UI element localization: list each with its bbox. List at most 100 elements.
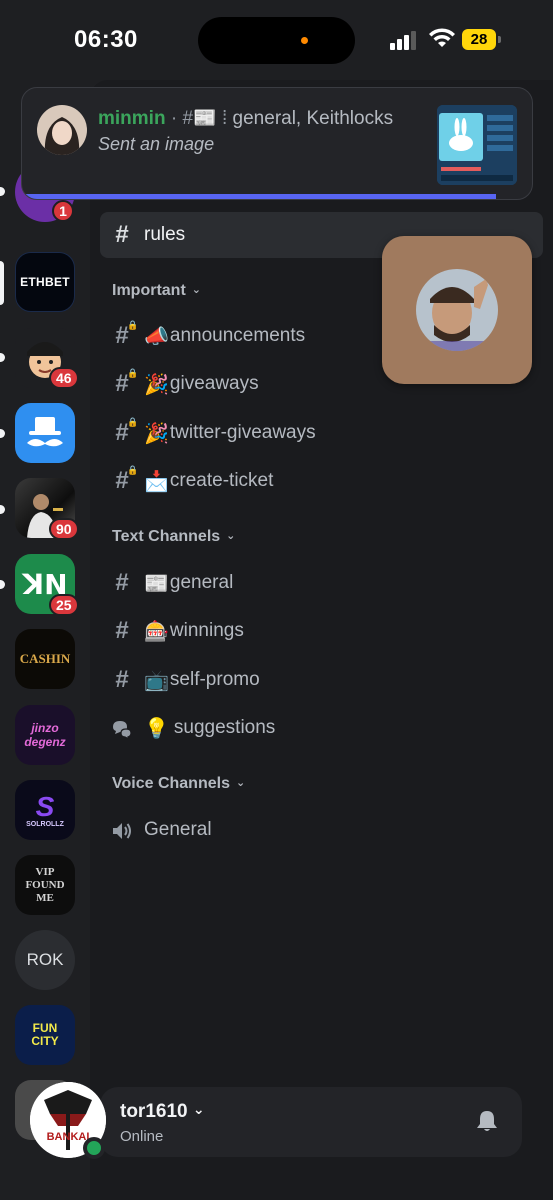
- notification-header: minmin · #📰 ⁞ general, Keithlocks: [98, 106, 393, 130]
- status-time: 06:30: [74, 26, 138, 53]
- mention-badge: 25: [49, 594, 79, 616]
- category-label: Important: [112, 282, 186, 299]
- category-text-channels[interactable]: Text Channels ⌄: [112, 528, 235, 546]
- channel-name: winnings: [169, 620, 244, 641]
- notification-avatar: [37, 105, 87, 155]
- unread-indicator: [0, 580, 5, 589]
- server-label: FUN CITY: [31, 1021, 59, 1048]
- thread-divider-icon: ⁞: [221, 108, 228, 129]
- mention-badge: 46: [49, 367, 79, 389]
- channel-general[interactable]: # 📰 general: [100, 560, 543, 606]
- notification-bell-icon[interactable]: [476, 1109, 498, 1133]
- unread-indicator: [0, 187, 5, 196]
- channel-self-promo[interactable]: # 📺 self-promo: [100, 657, 543, 703]
- server-icon-rok[interactable]: ROK: [15, 930, 75, 990]
- locked-hash-icon: # 🔒: [115, 417, 139, 446]
- channel-emoji: 📣: [144, 325, 169, 348]
- online-status-dot: [83, 1137, 105, 1159]
- category-voice-channels[interactable]: Voice Channels ⌄: [112, 775, 245, 793]
- hash-icon: #: [115, 569, 129, 596]
- speaker-icon: [100, 816, 144, 844]
- battery-indicator: 28: [462, 29, 496, 50]
- server-icon-vip-found-me[interactable]: VIP FOUND ME: [15, 855, 75, 915]
- notification-username: minmin: [98, 108, 166, 129]
- voice-channel-general[interactable]: General: [100, 807, 543, 853]
- channel-hash-icon: #: [182, 108, 194, 129]
- battery-tip: [498, 36, 501, 43]
- avatar-text: BANKAI: [47, 1131, 90, 1143]
- channel-emoji: 🎉: [144, 373, 169, 396]
- server-label: SOLROLLZ: [26, 820, 64, 828]
- channel-suggestions[interactable]: 💡 suggestions: [100, 705, 543, 751]
- category-important[interactable]: Important ⌄: [112, 282, 201, 300]
- server-icon-solrollz[interactable]: S SOLROLLZ: [15, 780, 75, 840]
- server-rail: 1 ETHBET 46 90 ꓘN 25 CASHIN jinzo degenz…: [0, 80, 90, 1200]
- server-icon-fun-city[interactable]: FUN CITY: [15, 1005, 75, 1065]
- channel-name: self-promo: [169, 669, 260, 690]
- unread-indicator: [0, 353, 5, 362]
- chevron-down-icon: ⌄: [191, 284, 201, 296]
- channel-name: general: [169, 572, 234, 593]
- server-icon-jinzo-degenz[interactable]: jinzo degenz: [15, 705, 75, 765]
- mustache-hat-icon: [27, 417, 63, 447]
- channel-name: giveaways: [169, 373, 259, 394]
- category-label: Voice Channels: [112, 775, 230, 792]
- hash-icon: #: [115, 666, 129, 693]
- notification-progress-bar: [22, 194, 497, 199]
- server-label: jinzo degenz: [24, 721, 66, 749]
- channel-emoji: 🎉: [144, 422, 169, 445]
- channel-emoji: 📰: [144, 572, 169, 595]
- user-status-text: Online: [120, 1128, 164, 1145]
- channel-name: create-ticket: [169, 470, 274, 491]
- cellular-signal-icon: [390, 30, 420, 50]
- solrollz-logo-icon: S: [35, 790, 55, 822]
- chevron-down-icon: ⌄: [226, 530, 236, 542]
- channel-name: suggestions: [173, 717, 276, 738]
- server-label: ETHBET: [20, 275, 70, 289]
- channel-emoji: 💡: [144, 717, 169, 740]
- notification-context: general, Keithlocks: [232, 108, 394, 129]
- message-notification[interactable]: minmin · #📰 ⁞ general, Keithlocks Sent a…: [21, 87, 533, 200]
- channel-name: twitter-giveaways: [169, 422, 316, 443]
- chevron-down-icon: ⌄: [235, 777, 246, 789]
- unread-indicator: [0, 505, 5, 514]
- channel-name: rules: [144, 224, 186, 245]
- forum-icon: [100, 714, 144, 742]
- channel-twitter-giveaways[interactable]: # 🔒 🎉 twitter-giveaways: [100, 410, 543, 456]
- chevron-down-icon: ⌄: [192, 1101, 205, 1117]
- notification-message: Sent an image: [98, 134, 215, 154]
- locked-hash-icon: # 🔒: [115, 465, 139, 494]
- server-label: CASHIN: [19, 651, 71, 666]
- recording-dot: [301, 37, 308, 44]
- server-label: ROK: [26, 950, 64, 969]
- category-label: Text Channels: [112, 528, 221, 545]
- locked-hash-icon: # 🔒: [115, 320, 139, 349]
- status-bar: 06:30 28: [0, 0, 553, 80]
- channel-emoji: 📩: [144, 470, 169, 493]
- selected-server-indicator: [0, 261, 4, 305]
- wifi-icon: [429, 28, 455, 47]
- channel-emoji: 🎰: [144, 620, 169, 643]
- user-panel[interactable]: tor1610 ⌄ Online: [100, 1087, 522, 1157]
- channel-emoji: 📺: [144, 669, 169, 692]
- current-username[interactable]: tor1610 ⌄: [120, 1101, 205, 1123]
- server-icon-mustache[interactable]: [15, 403, 75, 463]
- call-participant-avatar: [416, 269, 498, 351]
- unread-indicator: [0, 429, 5, 438]
- voice-call-bubble[interactable]: [382, 236, 532, 384]
- dynamic-island: [198, 17, 355, 64]
- channel-name: announcements: [169, 325, 306, 346]
- server-label: VIP FOUND ME: [25, 865, 65, 904]
- channel-winnings[interactable]: # 🎰 winnings: [100, 608, 543, 654]
- hash-icon: #: [115, 617, 129, 644]
- channel-create-ticket[interactable]: # 🔒 📩 create-ticket: [100, 458, 543, 504]
- channel-name: General: [144, 819, 212, 840]
- hash-icon: #: [115, 221, 129, 248]
- server-icon-cashin[interactable]: CASHIN: [15, 629, 75, 689]
- mention-badge: 1: [52, 200, 74, 222]
- mention-badge: 90: [49, 518, 79, 540]
- image-thumbnail: [437, 105, 517, 185]
- locked-hash-icon: # 🔒: [115, 368, 139, 397]
- server-icon-ethbet[interactable]: ETHBET: [15, 252, 75, 312]
- channel-emoji: 📰: [193, 108, 217, 129]
